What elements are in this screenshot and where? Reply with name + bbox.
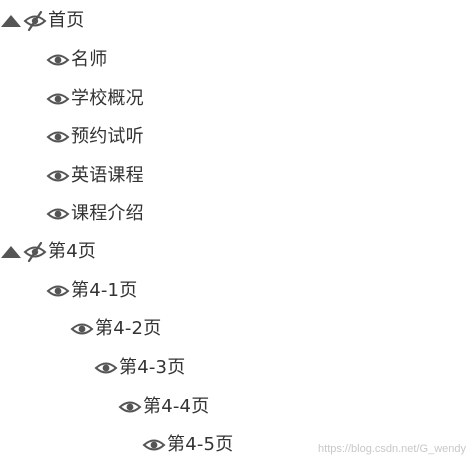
eye-icon[interactable]	[46, 88, 70, 110]
eye-icon[interactable]	[142, 434, 166, 456]
eye-off-icon[interactable]	[23, 241, 47, 263]
caret-up-icon[interactable]	[0, 241, 22, 263]
eye-icon[interactable]	[46, 203, 70, 225]
tree-row-teachers[interactable]: 名师	[46, 45, 107, 75]
eye-icon[interactable]	[46, 126, 70, 148]
eye-icon[interactable]	[46, 165, 70, 187]
eye-off-icon[interactable]	[23, 10, 47, 32]
tree-row-page-4[interactable]: 第4页	[0, 237, 96, 267]
tree-item-label: 第4-5页	[167, 434, 234, 455]
tree-row-page-4-3[interactable]: 第4-3页	[94, 353, 185, 383]
eye-icon[interactable]	[46, 280, 70, 302]
tree-row-page-4-5[interactable]: 第4-5页	[142, 430, 233, 460]
tree-item-label: 课程介绍	[71, 203, 144, 224]
tree-item-label: 学校概况	[71, 88, 144, 109]
tree-item-label: 第4-4页	[143, 396, 210, 417]
tree-row-school-overview[interactable]: 学校概况	[46, 84, 144, 114]
eye-icon[interactable]	[46, 49, 70, 71]
tree-row-course-intro[interactable]: 课程介绍	[46, 199, 144, 229]
eye-icon[interactable]	[118, 396, 142, 418]
tree-item-label: 预约试听	[71, 126, 144, 147]
tree-row-english-courses[interactable]: 英语课程	[46, 161, 144, 191]
tree-row-page-4-2[interactable]: 第4-2页	[70, 314, 161, 344]
eye-icon[interactable]	[94, 357, 118, 379]
tree-row-home[interactable]: 首页	[0, 6, 84, 36]
tree-row-page-4-1[interactable]: 第4-1页	[46, 276, 137, 306]
tree-item-label: 第4-3页	[119, 357, 186, 378]
watermark: https://blog.csdn.net/G_wendy	[318, 443, 466, 455]
eye-icon[interactable]	[70, 318, 94, 340]
tree-item-label: 第4页	[48, 241, 97, 262]
caret-up-icon[interactable]	[0, 10, 22, 32]
tree-item-label: 第4-2页	[95, 318, 162, 339]
tree-row-page-4-4[interactable]: 第4-4页	[118, 392, 209, 422]
tree-item-label: 第4-1页	[71, 280, 138, 301]
tree-item-label: 英语课程	[71, 165, 144, 186]
page-tree: 首页 名师 学校概况 预约试听 英语课程 课程介绍 第4页 第4-1页 第4-2…	[0, 0, 474, 461]
tree-item-label: 名师	[71, 49, 108, 70]
tree-item-label: 首页	[48, 10, 85, 31]
tree-row-trial-booking[interactable]: 预约试听	[46, 122, 144, 152]
